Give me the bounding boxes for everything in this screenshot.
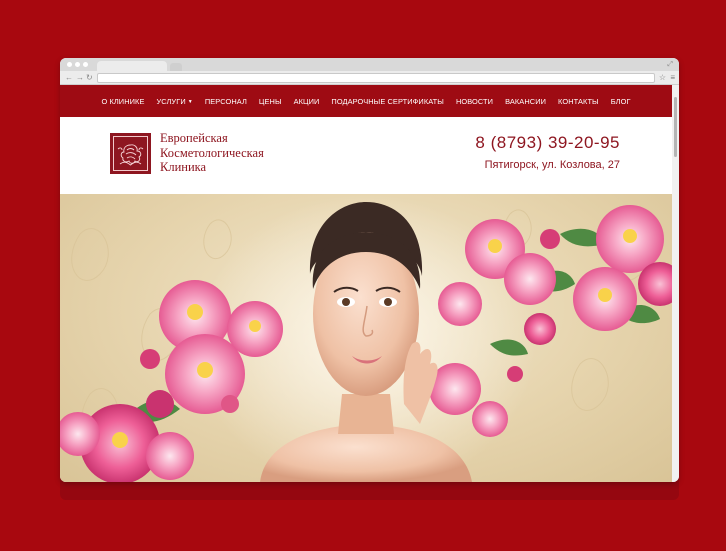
chevron-down-icon: ▼	[187, 98, 193, 105]
nav-item-staff[interactable]: ПЕРСОНАЛ	[199, 97, 253, 106]
new-tab-button[interactable]	[170, 63, 182, 71]
clinic-name-line-1: Европейская	[160, 131, 228, 145]
back-arrow-icon[interactable]: ←	[65, 72, 73, 84]
nav-item-contacts[interactable]: КОНТАКТЫ	[552, 97, 605, 106]
scrollbar-thumb[interactable]	[674, 97, 677, 157]
page-viewport: О КЛИНИКЕ УСЛУГИ ▼ ПЕРСОНАЛ ЦЕНЫ АКЦИИ ПО…	[60, 85, 672, 482]
clinic-address: Пятигорск, ул. Козлова, 27	[484, 159, 620, 171]
bookmark-star-icon[interactable]: ☆	[659, 72, 666, 84]
nav-item-services[interactable]: УСЛУГИ ▼	[151, 97, 199, 106]
window-zoom-dot[interactable]	[83, 62, 88, 67]
reload-icon[interactable]: ↻	[86, 72, 93, 84]
window-minimize-dot[interactable]	[75, 62, 80, 67]
main-nav: О КЛИНИКЕ УСЛУГИ ▼ ПЕРСОНАЛ ЦЕНЫ АКЦИИ ПО…	[60, 85, 672, 117]
hero-banner	[60, 194, 672, 482]
nav-item-vacancies[interactable]: ВАКАНСИИ	[499, 97, 552, 106]
site-header: Европейская Косметологическая Клиника 8 …	[60, 117, 672, 194]
address-bar: ← → ↻ ☆ ≡	[60, 71, 679, 85]
browser-window: ⤢ ← → ↻ ☆ ≡ О КЛИНИКЕ УСЛУГИ ▼ ПЕРСОНАЛ Ц…	[60, 58, 679, 482]
forward-arrow-icon[interactable]: →	[76, 72, 84, 84]
nav-item-news[interactable]: НОВОСТИ	[450, 97, 499, 106]
browser-tab[interactable]	[97, 61, 167, 71]
peony-logo-icon[interactable]	[110, 133, 151, 174]
clinic-name-line-3: Клиника	[160, 160, 207, 174]
resize-icon[interactable]: ⤢	[667, 60, 673, 69]
clinic-name[interactable]: Европейская Косметологическая Клиника	[160, 131, 264, 175]
nav-item-promotions[interactable]: АКЦИИ	[288, 97, 326, 106]
nav-item-prices[interactable]: ЦЕНЫ	[253, 97, 288, 106]
nav-item-about[interactable]: О КЛИНИКЕ	[95, 97, 150, 106]
nav-item-services-label: УСЛУГИ	[156, 96, 186, 106]
nav-item-gift-certificates[interactable]: ПОДАРОЧНЫЕ СЕРТИФИКАТЫ	[325, 97, 450, 106]
window-close-dot[interactable]	[67, 62, 72, 67]
nav-item-blog[interactable]: БЛОГ	[605, 97, 637, 106]
clinic-name-line-2: Косметологическая	[160, 145, 264, 160]
browser-titlebar: ⤢	[60, 58, 679, 71]
phone-number[interactable]: 8 (8793) 39-20-95	[475, 133, 620, 153]
hero-illustration	[60, 194, 672, 482]
menu-icon[interactable]: ≡	[670, 72, 675, 84]
page-scrollbar[interactable]	[672, 85, 679, 482]
url-input[interactable]	[97, 73, 655, 83]
